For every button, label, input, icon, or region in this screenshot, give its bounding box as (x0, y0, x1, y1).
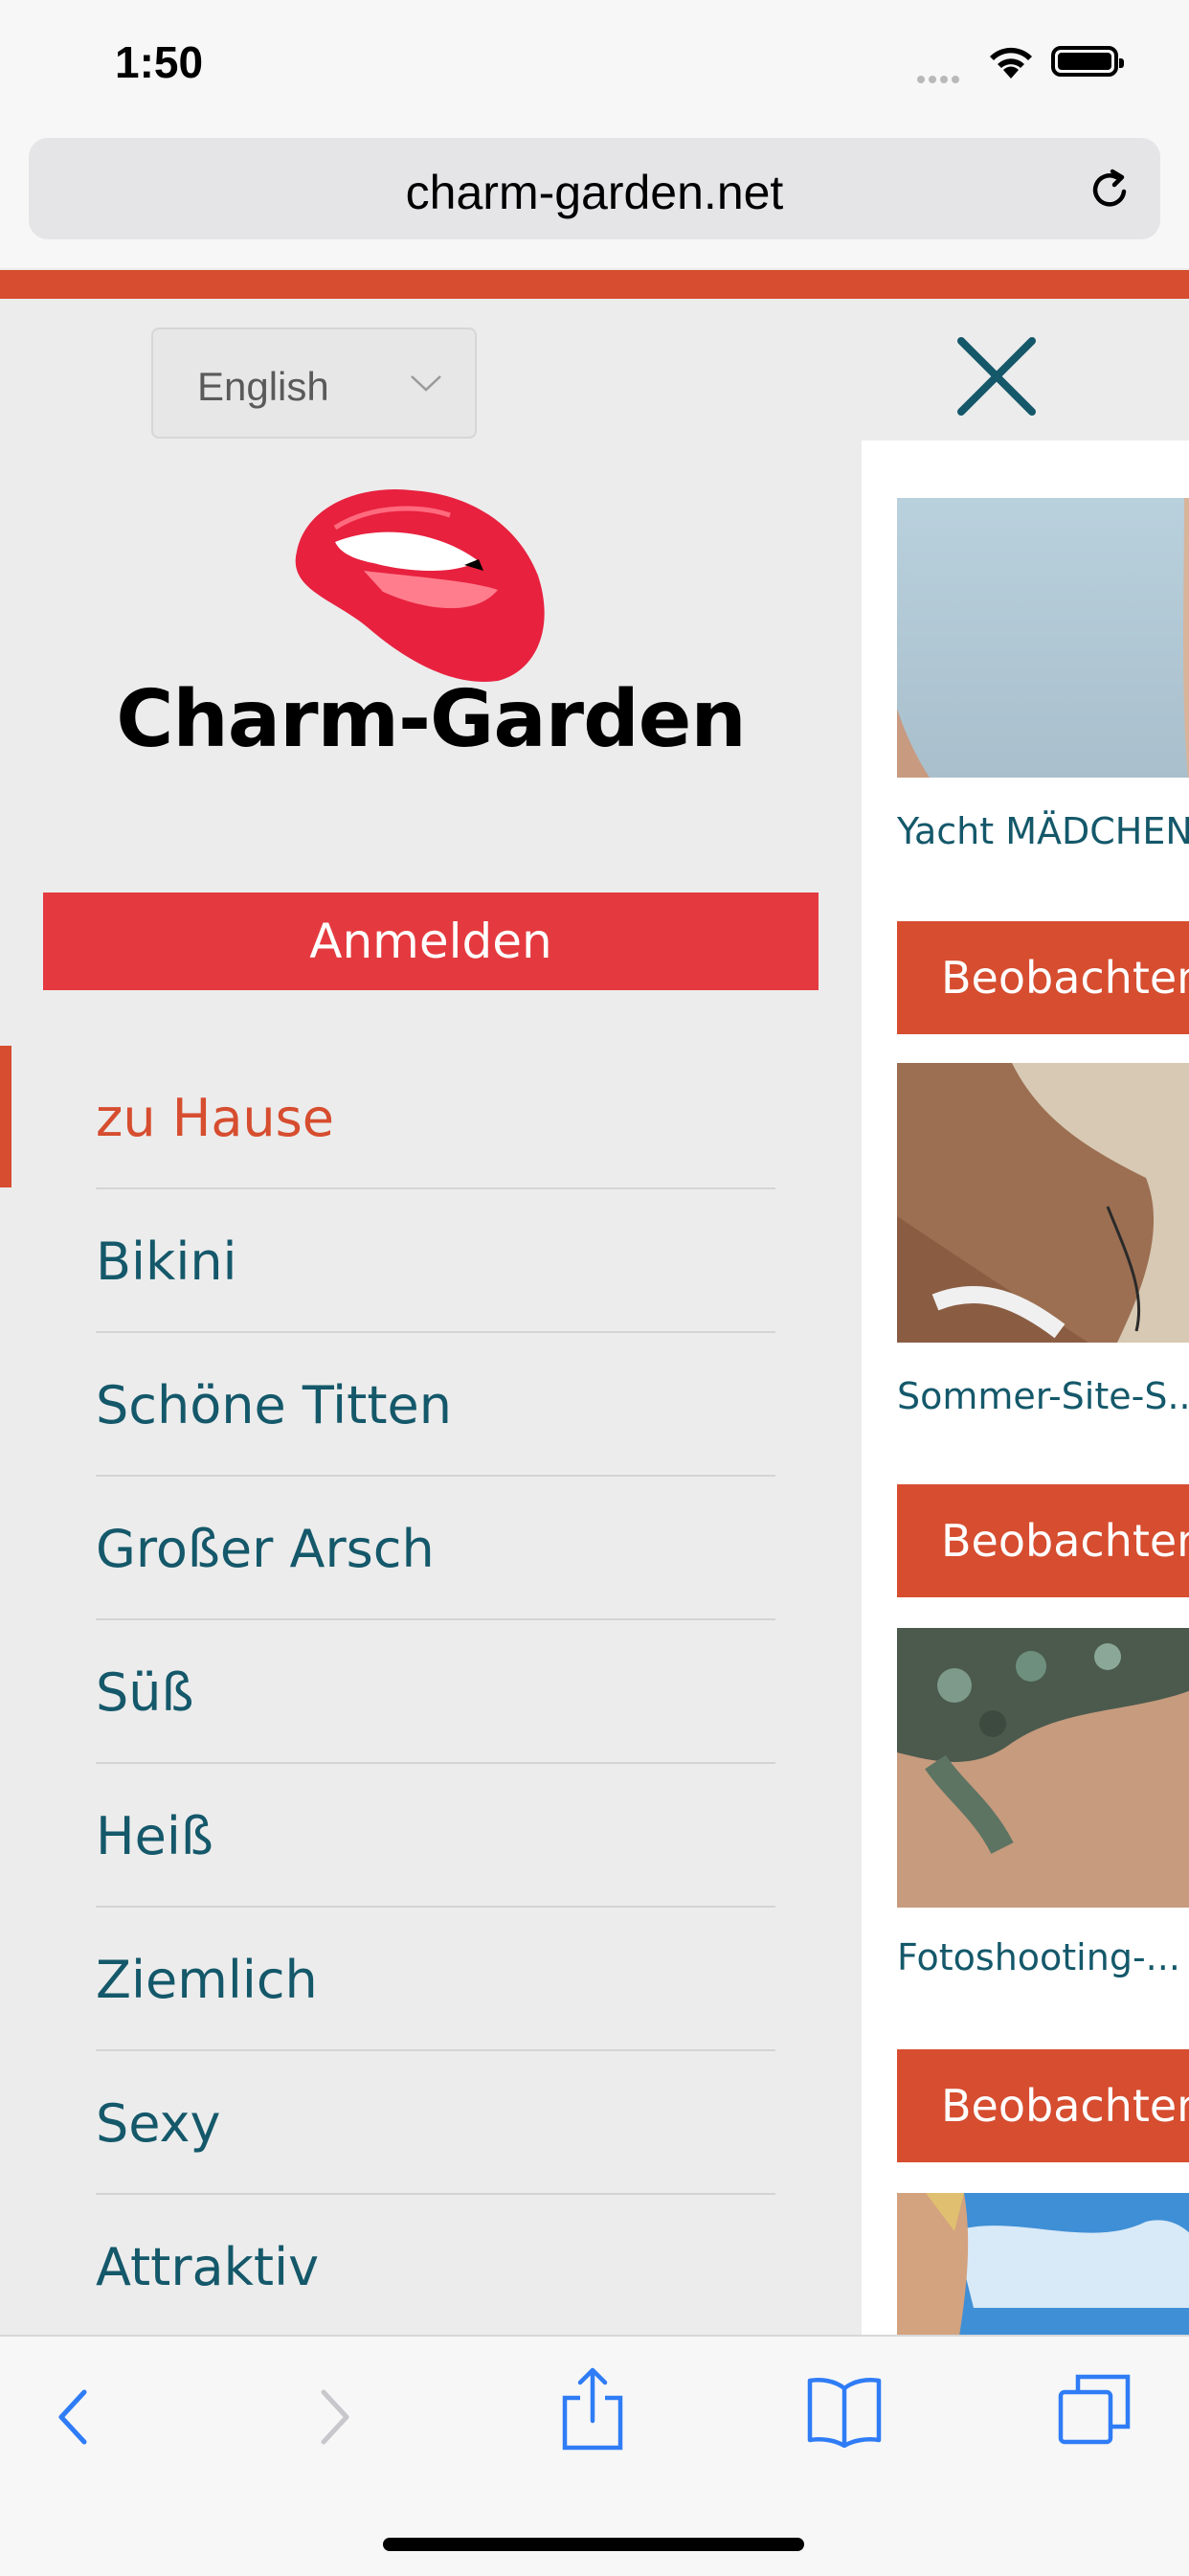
reload-icon[interactable] (1088, 167, 1133, 213)
nav-menu: zu Hause Bikini Schöne Titten Großer Ars… (0, 1046, 862, 2339)
forward-icon[interactable] (316, 2386, 354, 2448)
active-indicator (0, 1046, 11, 1187)
wifi-icon (990, 47, 1032, 79)
language-select[interactable]: English (151, 328, 477, 439)
nav-item-label[interactable]: Süß (96, 1662, 194, 1723)
nav-item-sexy[interactable]: Sexy (0, 2051, 862, 2195)
lips-logo-icon (295, 488, 545, 682)
browser-toolbar: charm-garden.net (0, 134, 1189, 268)
close-icon[interactable] (953, 333, 1040, 419)
nav-item-suess[interactable]: Süß (0, 1620, 862, 1764)
card-thumbnail[interactable] (897, 2193, 1189, 2335)
status-bar: 1:50 (0, 0, 1189, 134)
bookmarks-icon[interactable] (806, 2375, 883, 2448)
back-icon[interactable] (54, 2386, 92, 2448)
nav-item-label[interactable]: Bikini (96, 1232, 237, 1292)
tabs-icon[interactable] (1057, 2371, 1133, 2448)
header-accent-bar (0, 270, 1189, 299)
watch-button[interactable]: Beobachten (897, 921, 1189, 1034)
language-select-value: English (197, 364, 329, 409)
battery-icon (1051, 46, 1124, 77)
url-text[interactable]: charm-garden.net (29, 165, 1160, 220)
status-time: 1:50 (115, 37, 204, 87)
nav-item-label[interactable]: Heiß (96, 1806, 213, 1866)
home-indicator[interactable] (383, 2538, 804, 2551)
card-title[interactable]: Yacht MÄDCHEN (897, 810, 1189, 852)
watch-button[interactable]: Beobachten (897, 1484, 1189, 1597)
nav-item-label[interactable]: Sexy (96, 2093, 220, 2154)
content-list: Yacht MÄDCHEN Beobachten Sommer-Site-S..… (862, 441, 1189, 2335)
side-drawer: English Charm-Garden Anmelden zu Hause B… (0, 299, 862, 2335)
address-bar[interactable]: charm-garden.net (29, 138, 1160, 239)
nav-item-home[interactable]: zu Hause (0, 1046, 862, 1189)
nav-item-label[interactable]: zu Hause (96, 1088, 334, 1148)
nav-item-label[interactable]: Schöne Titten (96, 1375, 452, 1435)
watch-button[interactable]: Beobachten (897, 2049, 1189, 2162)
nav-item-schoene-titten[interactable]: Schöne Titten (0, 1333, 862, 1477)
card-title[interactable]: Sommer-Site-S... (897, 1375, 1189, 1417)
nav-item-bikini[interactable]: Bikini (0, 1189, 862, 1333)
nav-item-label[interactable]: Attraktiv (96, 2237, 319, 2297)
nav-item-grosser-arsch[interactable]: Großer Arsch (0, 1477, 862, 1620)
nav-item-heiss[interactable]: Heiß (0, 1764, 862, 1908)
logo-text: Charm-Garden (116, 674, 747, 765)
card-title[interactable]: Fotoshooting-... (897, 1936, 1180, 1978)
nav-item-attraktiv[interactable]: Attraktiv (0, 2195, 862, 2339)
share-icon[interactable] (559, 2365, 626, 2452)
card-thumbnail[interactable] (897, 1063, 1189, 1343)
login-button[interactable]: Anmelden (43, 893, 819, 990)
card-thumbnail[interactable] (897, 1628, 1189, 1908)
nav-item-label[interactable]: Ziemlich (96, 1950, 318, 2010)
cellular-signal-icon (917, 71, 963, 88)
nav-item-label[interactable]: Großer Arsch (96, 1519, 435, 1579)
nav-item-ziemlich[interactable]: Ziemlich (0, 1908, 862, 2051)
card-thumbnail[interactable] (897, 498, 1189, 778)
chevron-down-icon (411, 375, 441, 392)
